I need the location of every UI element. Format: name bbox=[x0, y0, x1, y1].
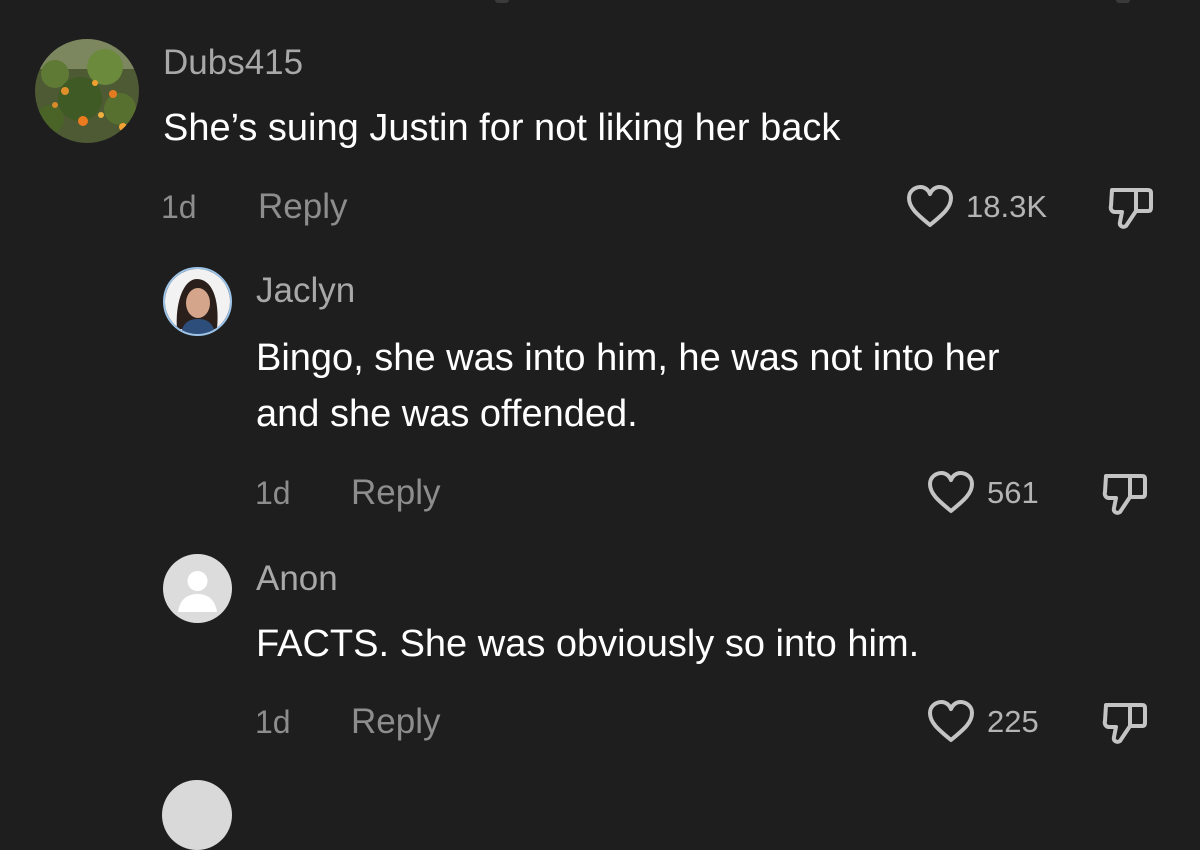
like-count: 18.3K bbox=[966, 189, 1048, 224]
thumbs-down-icon bbox=[1108, 188, 1153, 229]
reply-timestamp: 1d bbox=[255, 704, 291, 740]
reply-text-line: Bingo, she was into him, he was not into… bbox=[256, 337, 1000, 379]
comment-text: She’s suing Justin for not liking her ba… bbox=[163, 107, 841, 149]
like-button[interactable]: 225 bbox=[927, 699, 1039, 745]
like-count: 561 bbox=[987, 475, 1039, 510]
reply-button[interactable]: Reply bbox=[351, 702, 440, 742]
avatar[interactable] bbox=[163, 267, 232, 336]
avatar-flowers-image bbox=[35, 39, 139, 143]
heart-icon bbox=[907, 185, 953, 227]
like-button[interactable]: 561 bbox=[927, 470, 1039, 516]
reply-button[interactable]: Reply bbox=[258, 187, 347, 227]
avatar[interactable] bbox=[35, 39, 139, 143]
reply-text-line: and she was offended. bbox=[256, 393, 638, 435]
avatar[interactable] bbox=[162, 780, 232, 850]
reply-button[interactable]: Reply bbox=[351, 473, 440, 513]
scroll-indicator bbox=[495, 0, 509, 3]
person-silhouette-icon bbox=[178, 571, 217, 612]
top-divider bbox=[0, 0, 1200, 4]
reply-username[interactable]: Anon bbox=[256, 559, 338, 599]
heart-icon bbox=[928, 471, 974, 513]
dislike-button[interactable] bbox=[1100, 699, 1150, 750]
avatar-person-photo bbox=[165, 269, 230, 334]
dislike-button[interactable] bbox=[1100, 470, 1150, 521]
avatar[interactable] bbox=[163, 554, 232, 623]
comment-timestamp: 1d bbox=[161, 189, 197, 225]
like-count: 225 bbox=[987, 704, 1039, 739]
thumbs-down-icon bbox=[1102, 474, 1147, 515]
reply-text: FACTS. She was obviously so into him. bbox=[256, 623, 920, 665]
comment-username[interactable]: Dubs415 bbox=[163, 43, 303, 83]
scroll-indicator bbox=[1116, 0, 1130, 3]
thumbs-down-icon bbox=[1102, 703, 1147, 744]
like-button[interactable]: 18.3K bbox=[906, 184, 1047, 230]
heart-icon bbox=[928, 700, 974, 742]
reply-timestamp: 1d bbox=[255, 475, 291, 511]
reply-username[interactable]: Jaclyn bbox=[256, 271, 355, 311]
dislike-button[interactable] bbox=[1106, 184, 1156, 235]
